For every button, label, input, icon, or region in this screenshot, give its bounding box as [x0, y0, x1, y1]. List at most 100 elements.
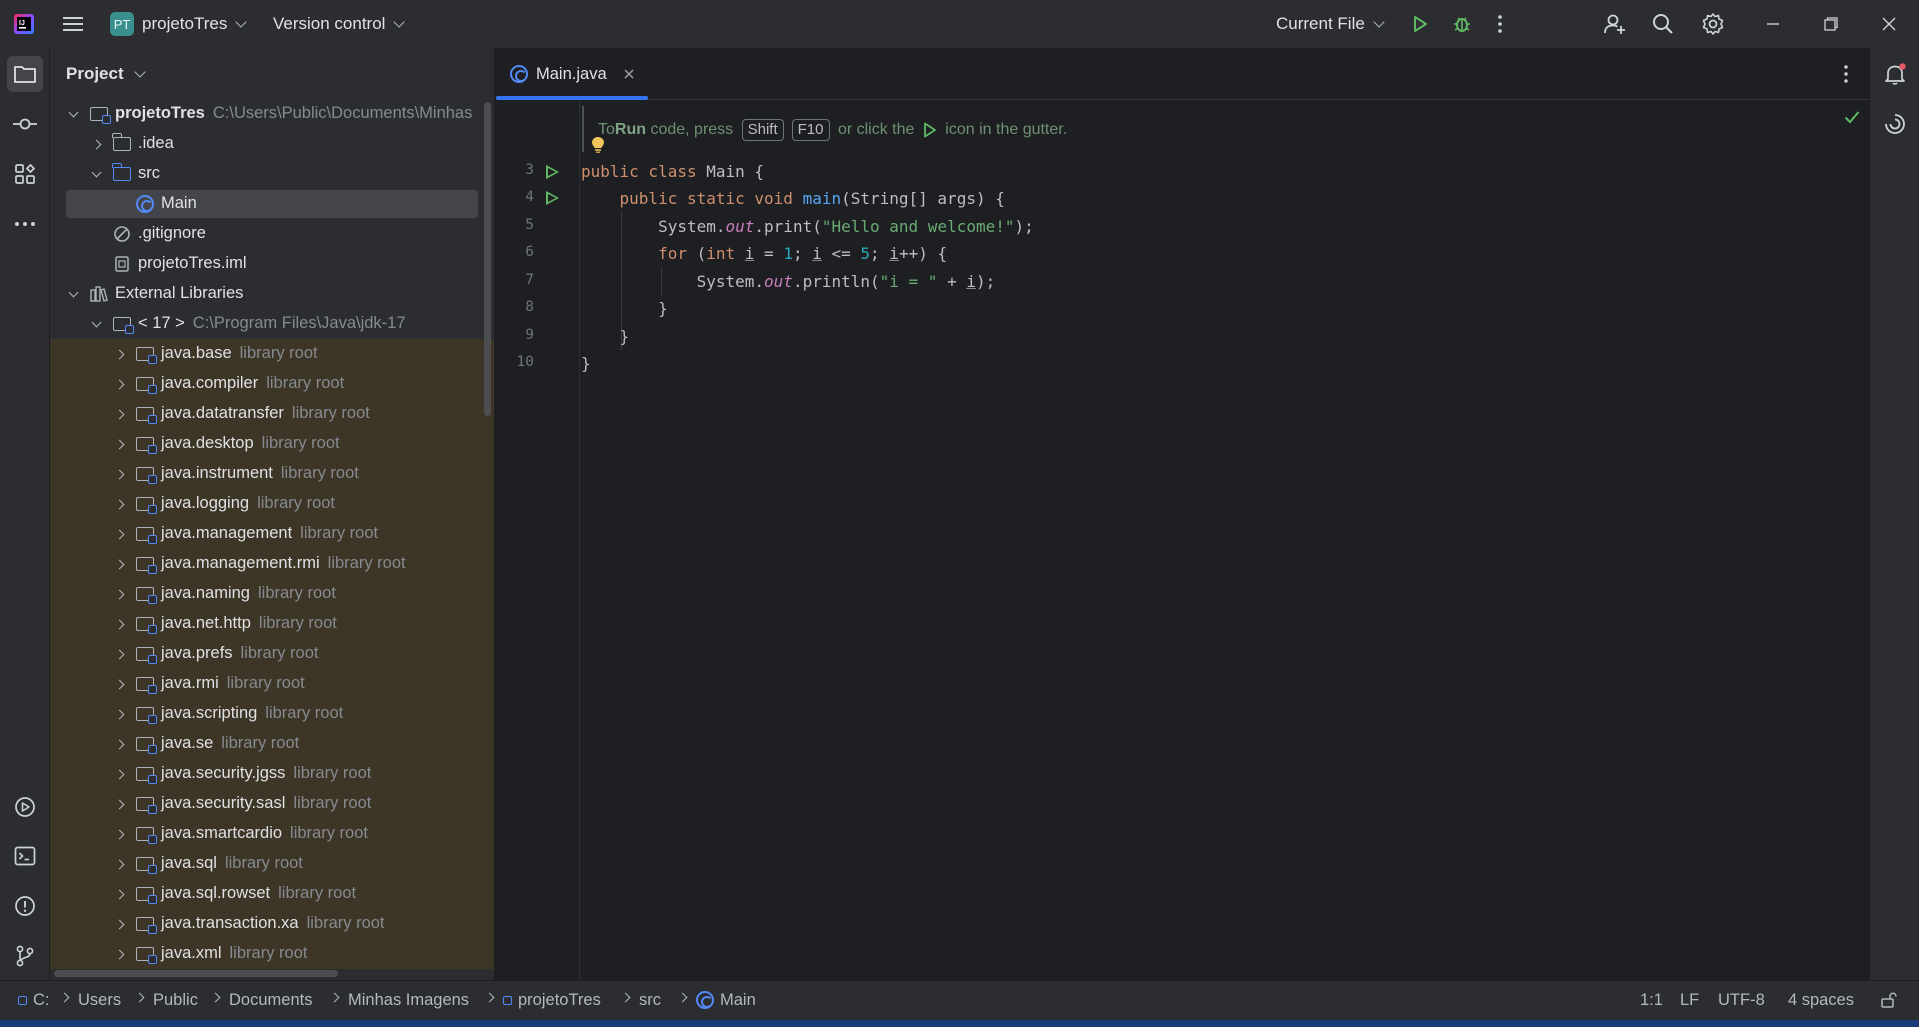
- expand-chevron-right-icon[interactable]: [111, 556, 127, 572]
- close-window-icon[interactable]: [1881, 0, 1897, 48]
- app-logo-icon[interactable]: IJ: [12, 0, 36, 48]
- tree-item[interactable]: src: [50, 159, 494, 189]
- expand-chevron-right-icon[interactable]: [111, 436, 127, 452]
- read-only-lock-icon[interactable]: [1880, 980, 1898, 1020]
- project-tool-folder-icon[interactable]: [7, 56, 43, 92]
- expand-chevron-right-icon[interactable]: [111, 916, 127, 932]
- expand-chevron-right-icon[interactable]: [111, 766, 127, 782]
- project-tree-horizontal-scrollbar[interactable]: [54, 970, 338, 977]
- expand-chevron-right-icon[interactable]: [111, 646, 127, 662]
- run-gutter-icon[interactable]: [546, 191, 559, 205]
- expand-chevron-right-icon[interactable]: [111, 796, 127, 812]
- tree-item[interactable]: < 17 > C:\Program Files\Java\jdk-17: [50, 309, 494, 339]
- code-line-3[interactable]: public class Main {: [581, 158, 764, 185]
- project-panel-header[interactable]: Project: [66, 62, 146, 86]
- breadcrumb-item[interactable]: src: [639, 980, 661, 1020]
- tree-item[interactable]: java.net.http library root: [50, 609, 494, 639]
- more-tools-icon[interactable]: [7, 206, 43, 242]
- more-actions-icon[interactable]: [1496, 0, 1504, 48]
- expand-chevron-down-icon[interactable]: [88, 316, 104, 332]
- expand-chevron-right-icon[interactable]: [111, 526, 127, 542]
- search-icon[interactable]: [1652, 0, 1674, 48]
- breadcrumb-item[interactable]: projetoTres: [503, 980, 601, 1020]
- tree-item[interactable]: java.prefs library root: [50, 639, 494, 669]
- line-separator[interactable]: LF: [1680, 980, 1699, 1020]
- services-tool-icon[interactable]: [7, 789, 43, 825]
- run-gutter-icon[interactable]: [546, 165, 559, 179]
- debug-button[interactable]: [1451, 0, 1473, 48]
- expand-chevron-right-icon[interactable]: [111, 826, 127, 842]
- breadcrumb-item[interactable]: Main: [696, 980, 756, 1020]
- git-tool-icon[interactable]: [7, 938, 43, 974]
- expand-chevron-right-icon[interactable]: [111, 496, 127, 512]
- tree-item[interactable]: .gitignore: [50, 219, 494, 249]
- terminal-tool-icon[interactable]: [7, 838, 43, 874]
- tab-options-icon[interactable]: [1843, 64, 1849, 89]
- structure-tool-icon[interactable]: [7, 156, 43, 192]
- tree-item[interactable]: java.scripting library root: [50, 699, 494, 729]
- tree-item[interactable]: java.instrument library root: [50, 459, 494, 489]
- tree-item[interactable]: java.compiler library root: [50, 369, 494, 399]
- expand-chevron-down-icon[interactable]: [65, 106, 81, 122]
- expand-chevron-right-icon[interactable]: [111, 346, 127, 362]
- expand-chevron-right-icon[interactable]: [88, 136, 104, 152]
- tree-item[interactable]: java.rmi library root: [50, 669, 494, 699]
- commit-tool-icon[interactable]: [7, 106, 43, 142]
- tree-item[interactable]: java.xml library root: [50, 939, 494, 969]
- tree-item[interactable]: Main: [50, 189, 494, 219]
- code-line-8[interactable]: }: [581, 295, 668, 322]
- expand-chevron-right-icon[interactable]: [111, 586, 127, 602]
- breadcrumb-item[interactable]: C:: [18, 980, 50, 1020]
- caret-position[interactable]: 1:1: [1640, 980, 1663, 1020]
- tree-item[interactable]: java.security.jgss library root: [50, 759, 494, 789]
- tree-item[interactable]: External Libraries: [50, 279, 494, 309]
- run-config-selector[interactable]: Current File: [1276, 0, 1385, 48]
- expand-chevron-right-icon[interactable]: [111, 706, 127, 722]
- run-button[interactable]: [1410, 0, 1430, 48]
- tree-item[interactable]: projetoTres C:\Users\Public\Documents\Min…: [50, 99, 494, 129]
- expand-chevron-right-icon[interactable]: [111, 856, 127, 872]
- tab-main-java[interactable]: Main.java: [496, 48, 648, 100]
- expand-chevron-right-icon[interactable]: [111, 736, 127, 752]
- minimize-window-icon[interactable]: [1765, 0, 1781, 48]
- tree-item[interactable]: java.base library root: [50, 339, 494, 369]
- tree-item[interactable]: java.desktop library root: [50, 429, 494, 459]
- ai-assistant-icon[interactable]: [1877, 106, 1913, 142]
- restore-window-icon[interactable]: [1823, 0, 1839, 48]
- expand-chevron-right-icon[interactable]: [111, 466, 127, 482]
- settings-gear-icon[interactable]: [1701, 0, 1725, 48]
- code-line-4[interactable]: public static void main(String[] args) {: [581, 185, 1005, 212]
- tree-item[interactable]: java.sql.rowset library root: [50, 879, 494, 909]
- tree-item[interactable]: java.security.sasl library root: [50, 789, 494, 819]
- code-line-7[interactable]: System.out.println("i = " + i);: [581, 268, 996, 295]
- project-switcher[interactable]: PT projetoTres: [110, 0, 248, 48]
- tree-item[interactable]: java.management.rmi library root: [50, 549, 494, 579]
- file-encoding[interactable]: UTF-8: [1718, 980, 1765, 1020]
- code-line-5[interactable]: System.out.print("Hello and welcome!");: [581, 213, 1034, 240]
- tree-item[interactable]: projetoTres.iml: [50, 249, 494, 279]
- project-tree-vertical-scrollbar[interactable]: [484, 102, 491, 416]
- tree-item[interactable]: java.sql library root: [50, 849, 494, 879]
- tree-item[interactable]: java.datatransfer library root: [50, 399, 494, 429]
- problems-tool-icon[interactable]: [7, 888, 43, 924]
- breadcrumb-item[interactable]: Minhas Imagens: [348, 980, 469, 1020]
- tree-item[interactable]: java.naming library root: [50, 579, 494, 609]
- vcs-menu[interactable]: Version control: [273, 0, 406, 48]
- main-menu-icon[interactable]: [62, 0, 84, 48]
- tree-item[interactable]: java.transaction.xa library root: [50, 909, 494, 939]
- notifications-bell-icon[interactable]: [1877, 56, 1913, 92]
- expand-chevron-right-icon[interactable]: [111, 406, 127, 422]
- breadcrumb-item[interactable]: Documents: [229, 980, 312, 1020]
- code-line-10[interactable]: }: [581, 350, 591, 377]
- indent-setting[interactable]: 4 spaces: [1788, 980, 1854, 1020]
- add-user-icon[interactable]: [1603, 0, 1627, 48]
- expand-chevron-right-icon[interactable]: [111, 946, 127, 962]
- expand-chevron-down-icon[interactable]: [65, 286, 81, 302]
- code-line-6[interactable]: for (int i = 1; i <= 5; i++) {: [581, 240, 947, 267]
- tree-item[interactable]: java.smartcardio library root: [50, 819, 494, 849]
- no-problems-check-icon[interactable]: [1844, 110, 1860, 129]
- expand-chevron-down-icon[interactable]: [88, 166, 104, 182]
- expand-chevron-right-icon[interactable]: [111, 376, 127, 392]
- breadcrumb-item[interactable]: Users: [78, 980, 121, 1020]
- expand-chevron-right-icon[interactable]: [111, 886, 127, 902]
